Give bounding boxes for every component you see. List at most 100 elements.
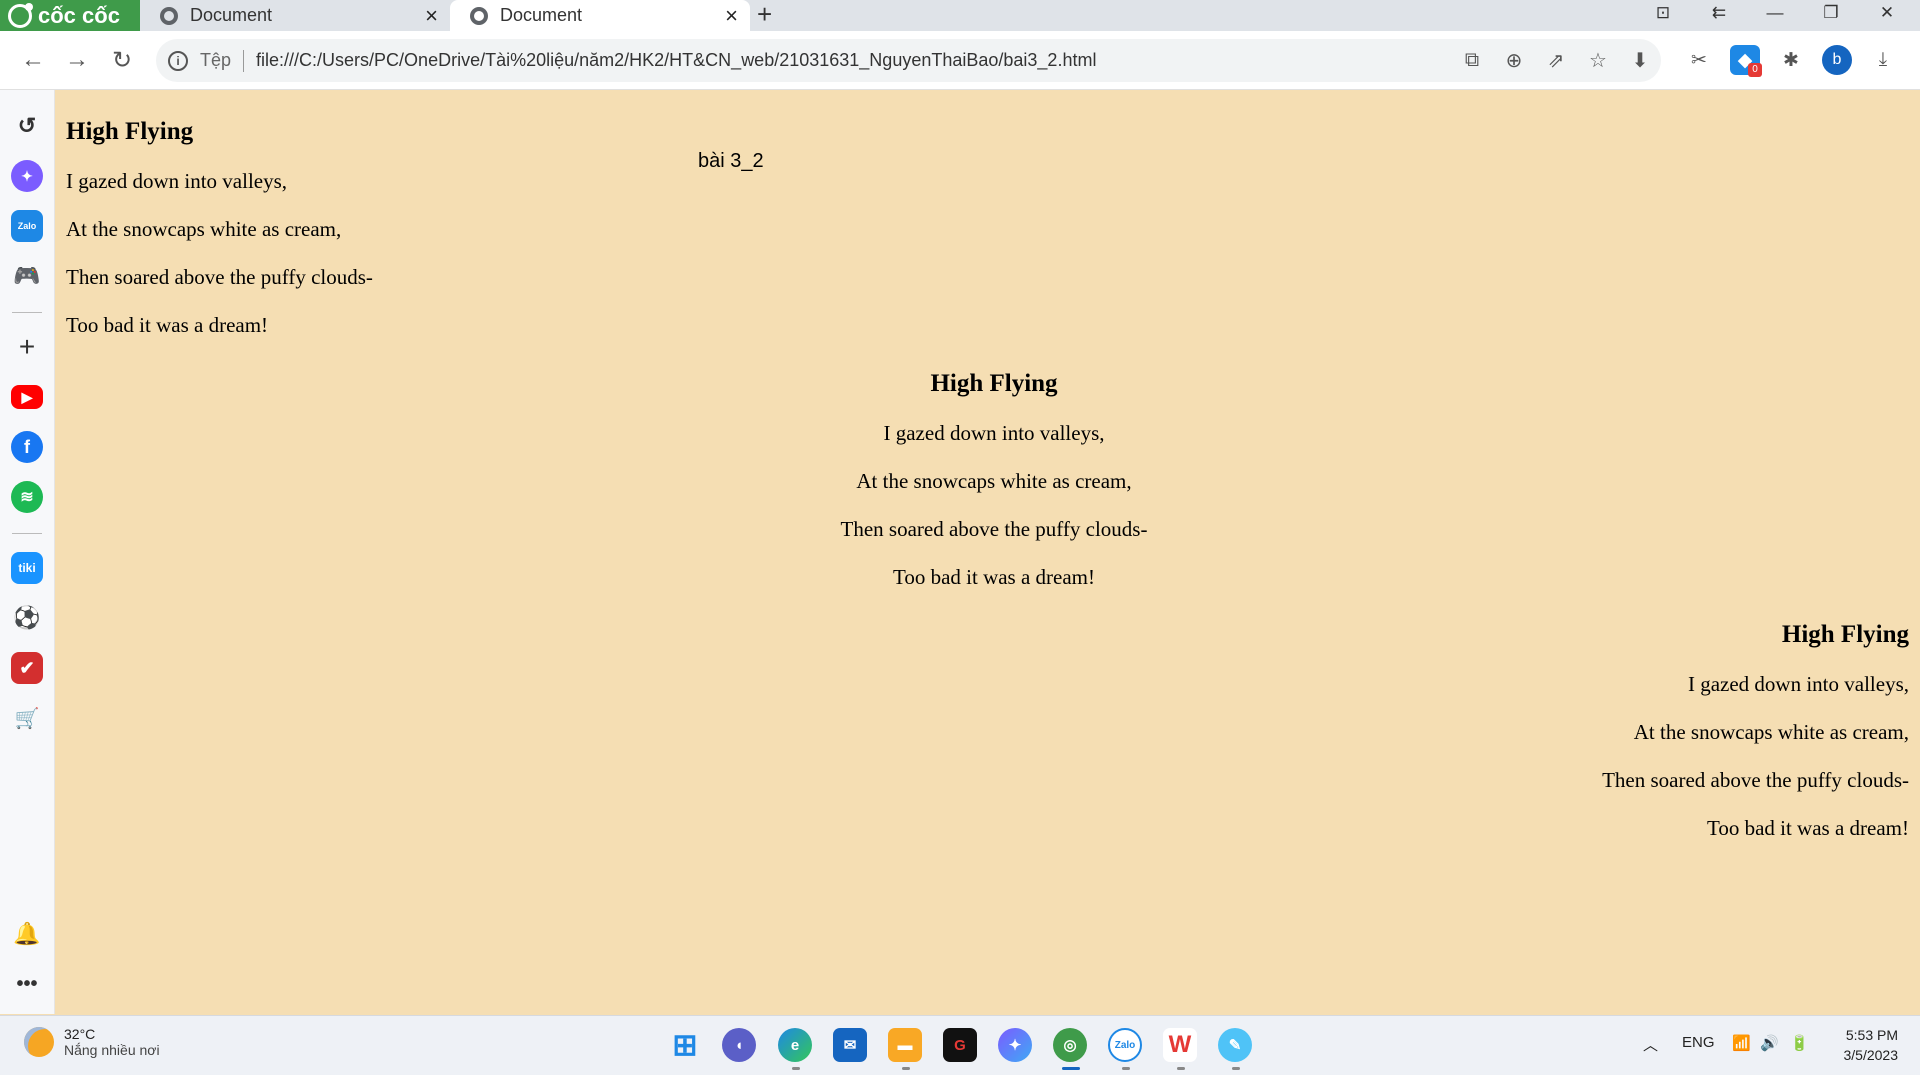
football-icon[interactable]: ⚽	[11, 602, 43, 634]
history-icon[interactable]: ↺	[11, 110, 43, 142]
bookmark-star-icon[interactable]: ☆	[1577, 39, 1619, 82]
active-indicator	[1062, 1067, 1080, 1070]
paint-icon[interactable]: ✎	[1218, 1028, 1252, 1062]
scheme-label: Tệp	[200, 50, 232, 70]
poem-line: At the snowcaps white as cream,	[856, 469, 1132, 493]
poem-heading: High Flying	[66, 118, 194, 145]
game-controller-icon[interactable]: 🎮	[11, 260, 43, 292]
share-icon[interactable]: ⇗	[1535, 39, 1577, 82]
poem-left-aligned: High Flying I gazed down into valleys, A…	[66, 118, 373, 338]
running-indicator	[792, 1067, 800, 1070]
tab-search-icon[interactable]: ⊡	[1640, 0, 1686, 31]
running-indicator	[1232, 1067, 1240, 1070]
copilot-icon[interactable]: ✦	[998, 1028, 1032, 1062]
tab-title: Document	[190, 5, 273, 25]
reload-icon[interactable]: ↻	[105, 43, 139, 77]
coccoc-logo-icon	[8, 2, 33, 28]
poem-line: I gazed down into valleys,	[66, 169, 288, 193]
tiki-icon[interactable]: tiki	[11, 552, 43, 584]
poem-line: Then soared above the puffy clouds-	[1602, 768, 1909, 792]
minimize-button[interactable]: —	[1752, 0, 1798, 31]
extensions-puzzle-icon[interactable]: ✱	[1776, 45, 1806, 75]
page-title: bài 3_2	[698, 150, 764, 172]
adblock-icon[interactable]: ✂	[1684, 45, 1714, 75]
zalo-icon[interactable]: Zalo	[11, 210, 43, 242]
close-tab-icon[interactable]: ×	[725, 3, 738, 29]
youtube-icon[interactable]: ▶	[11, 385, 43, 409]
shopping-cart-icon[interactable]: 🛒	[11, 702, 43, 734]
mail-icon[interactable]: ✉	[833, 1028, 867, 1062]
back-arrow-icon[interactable]: ←	[16, 43, 50, 77]
tab-document-2[interactable]: Document ×	[450, 0, 750, 31]
browser-toolbar: ← → ↻ i Tệp file:///C:/Users/PC/OneDrive…	[0, 31, 1920, 90]
new-tab-button[interactable]: +	[757, 0, 772, 31]
system-clock[interactable]: 5:53 PM 3/5/2023	[1844, 1025, 1899, 1065]
downloads-icon[interactable]: ⤓	[1868, 45, 1898, 75]
clock-time: 5:53 PM	[1845, 1027, 1898, 1043]
spotify-icon[interactable]: ≋	[11, 481, 43, 513]
sidebar-divider	[12, 533, 42, 534]
site-info-icon[interactable]: i	[168, 50, 188, 71]
facebook-icon[interactable]: f	[11, 431, 43, 463]
restore-button[interactable]: ❐	[1808, 0, 1854, 31]
more-options-icon[interactable]: •••	[11, 968, 43, 1000]
poem-right-aligned: High Flying I gazed down into valleys, A…	[1602, 621, 1909, 841]
weather-widget[interactable]: 32°C Nắng nhiều nơi	[24, 1026, 160, 1058]
file-explorer-icon[interactable]: ▬	[888, 1028, 922, 1062]
poem-line: Too bad it was a dream!	[892, 565, 1096, 589]
running-indicator	[1177, 1067, 1185, 1070]
volume-icon[interactable]: 🔊	[1760, 1034, 1779, 1052]
checkmark-app-icon[interactable]: ✔	[11, 652, 43, 684]
poem-line: At the snowcaps white as cream,	[1633, 720, 1909, 744]
add-icon[interactable]: +	[11, 331, 43, 363]
zalo-taskbar-icon[interactable]: Zalo	[1108, 1028, 1142, 1062]
extension-badge-icon[interactable]: ◆ 0	[1730, 45, 1762, 77]
messenger-icon[interactable]: ✦	[11, 160, 43, 192]
poem-line: I gazed down into valleys,	[883, 421, 1105, 445]
running-indicator	[1122, 1067, 1130, 1070]
tab-title: Document	[500, 5, 583, 25]
close-window-button[interactable]: ✕	[1864, 0, 1910, 31]
poem-heading: High Flying	[1781, 621, 1909, 648]
weather-sun-icon	[24, 1027, 54, 1057]
garena-icon[interactable]: G	[943, 1028, 977, 1062]
poem-line: At the snowcaps white as cream,	[66, 217, 342, 241]
edge-icon[interactable]: e	[778, 1028, 812, 1062]
save-page-icon[interactable]: ⬇	[1619, 39, 1661, 82]
battery-icon[interactable]: 🔋	[1790, 1034, 1809, 1052]
address-bar[interactable]: i Tệp file:///C:/Users/PC/OneDrive/Tài%2…	[156, 39, 1661, 82]
coccoc-logo[interactable]: cốc cốc	[0, 0, 140, 31]
notification-bell-icon[interactable]: 🔔	[11, 918, 43, 950]
input-language[interactable]: ENG	[1682, 1034, 1715, 1051]
globe-icon	[160, 6, 178, 25]
translate-icon[interactable]: ⧉	[1451, 39, 1493, 82]
coccoc-taskbar-icon[interactable]: ◎	[1053, 1028, 1087, 1062]
weather-temp: 32°C	[64, 1026, 96, 1042]
poem-line: I gazed down into valleys,	[1687, 672, 1909, 696]
close-tab-icon[interactable]: ×	[425, 3, 438, 29]
poem-heading: High Flying	[930, 370, 1058, 397]
weather-desc: Nắng nhiều nơi	[64, 1042, 160, 1058]
zoom-icon[interactable]: ⊕	[1493, 39, 1535, 82]
url-text[interactable]: file:///C:/Users/PC/OneDrive/Tài%20liệu/…	[256, 50, 1451, 71]
browser-sidebar: ↺ ✦ Zalo 🎮 + ▶ f ≋ tiki ⚽ ✔ 🛒 🔔 •••	[0, 90, 55, 1014]
back-to-tabs-icon[interactable]: ⇇	[1696, 0, 1742, 31]
chat-icon[interactable]: ◖	[722, 1028, 756, 1062]
running-indicator	[902, 1067, 910, 1070]
clock-date: 3/5/2023	[1843, 1047, 1899, 1063]
globe-icon	[470, 6, 488, 25]
wps-office-icon[interactable]: W	[1163, 1028, 1197, 1062]
web-page-content: bài 3_2 High Flying I gazed down into va…	[56, 90, 1920, 1014]
poem-line: Too bad it was a dream!	[66, 313, 269, 337]
profile-avatar[interactable]: b	[1822, 45, 1852, 75]
windows-start-icon[interactable]: ⊞	[668, 1028, 702, 1062]
divider	[243, 49, 245, 72]
poem-center-aligned: High Flying I gazed down into valleys, A…	[56, 370, 1920, 590]
extension-count-badge: 0	[1748, 63, 1762, 77]
tray-overflow-chevron-icon[interactable]: ︿	[1643, 1034, 1658, 1055]
wifi-icon[interactable]: 📶	[1732, 1034, 1751, 1052]
sidebar-divider	[12, 312, 42, 313]
tab-document-1[interactable]: Document ×	[140, 0, 450, 31]
forward-arrow-icon[interactable]: →	[60, 43, 94, 77]
windows-taskbar: 32°C Nắng nhiều nơi ⊞ ◖ e ✉ ▬ G ✦ ◎ Zalo…	[0, 1015, 1920, 1075]
